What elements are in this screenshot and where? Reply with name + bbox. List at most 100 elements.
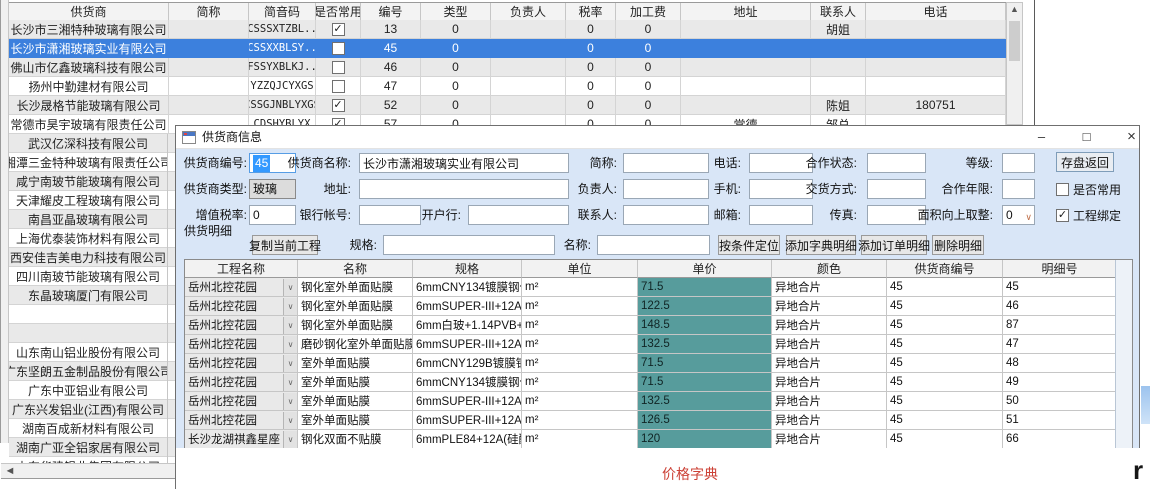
copy-current-project-button[interactable]: 复制当前工程: [252, 235, 318, 255]
supplier-list-row[interactable]: 南昌亚晶玻璃有限公司: [9, 210, 179, 229]
vertical-scrollbar[interactable]: ▲: [1006, 2, 1023, 125]
detail-column-header-spec[interactable]: 规格: [413, 260, 522, 278]
project-name-combobox[interactable]: 岳州北控花园∨: [185, 297, 298, 316]
supplier-list-row[interactable]: 西安佳吉美电力科技有限公司: [9, 248, 179, 267]
scroll-left-icon[interactable]: ◄: [3, 465, 17, 478]
column-header-contact[interactable]: 联系人: [811, 3, 866, 21]
save-return-button[interactable]: 存盘返回: [1056, 152, 1114, 172]
is-common-checkbox-row[interactable]: 是否常用: [1056, 179, 1121, 199]
maximize-button[interactable]: □: [1064, 126, 1109, 149]
phone-input[interactable]: [749, 153, 813, 173]
project-name-combobox[interactable]: 岳州北控花园∨: [185, 411, 298, 430]
supplier-name-input[interactable]: [359, 153, 569, 173]
minimize-button[interactable]: –: [1019, 126, 1064, 149]
vat-rate-input[interactable]: [249, 205, 296, 225]
locate-by-condition-button[interactable]: 按条件定位: [718, 235, 780, 255]
column-header-tax-rate[interactable]: 税率: [566, 3, 616, 21]
project-name-combobox[interactable]: 岳州北控花园∨: [185, 392, 298, 411]
address-input[interactable]: [359, 179, 569, 199]
scroll-up-icon[interactable]: ▲: [1007, 4, 1022, 14]
detail-row[interactable]: 岳州北控花园∨钢化室外单面贴膜6mmSUPER-III+12A(硅...m²12…: [185, 297, 1117, 316]
detail-column-header-project-name[interactable]: 工程名称: [185, 260, 298, 278]
project-name-combobox[interactable]: 岳州北控花园∨: [185, 354, 298, 373]
project-bind-checkbox[interactable]: ✓: [1056, 209, 1069, 222]
is-common-checkbox[interactable]: [1056, 183, 1069, 196]
bank-account-input[interactable]: [359, 205, 421, 225]
detail-column-header-supplier-no[interactable]: 供货商编号: [887, 260, 1003, 278]
table-row[interactable]: 扬州中勤建材有限公司YZZQJCYXGS47000: [9, 77, 1006, 96]
detail-column-header-name[interactable]: 名称: [298, 260, 413, 278]
is-common-checkbox[interactable]: [332, 42, 345, 55]
horizontal-scrollbar[interactable]: ◄: [1, 463, 179, 479]
project-name-combobox[interactable]: 长沙龙湖祺鑫星座∨: [185, 430, 298, 449]
column-header-address[interactable]: 地址: [681, 3, 811, 21]
short-name-input[interactable]: [623, 153, 709, 173]
delete-detail-button[interactable]: 删除明细: [932, 235, 984, 255]
table-row[interactable]: 佛山市亿鑫玻璃科技有限公司FSSYXBLKJ..46000: [9, 58, 1006, 77]
supplier-list-row[interactable]: 山东南山铝业股份有限公司: [9, 343, 179, 362]
detail-row[interactable]: 岳州北控花园∨室外单面贴膜6mmCNY134镀膜钢化m²71.5异地合片4549: [185, 373, 1117, 392]
detail-column-header-unit[interactable]: 单位: [522, 260, 638, 278]
supplier-list-row[interactable]: 湖南百成新材料有限公司: [9, 419, 179, 438]
column-header-pinyin-code[interactable]: 简音码: [249, 3, 316, 21]
supplier-list-row[interactable]: 东晶玻璃厦门有限公司: [9, 286, 179, 305]
table-row[interactable]: 长沙晟格节能玻璃有限公司CSSGJNBLYXGS✓52000陈姐180751: [9, 96, 1006, 115]
spec-filter-input[interactable]: [383, 235, 555, 255]
project-name-combobox[interactable]: 岳州北控花园∨: [185, 373, 298, 392]
detail-column-header-color[interactable]: 颜色: [772, 260, 887, 278]
column-header-type[interactable]: 类型: [421, 3, 491, 21]
is-common-checkbox[interactable]: [332, 80, 345, 93]
detail-row[interactable]: 岳州北控花园∨钢化室外单面贴膜6mmCNY134镀膜钢化m²71.5异地合片45…: [185, 278, 1117, 297]
detail-row[interactable]: 岳州北控花园∨钢化室外单面贴膜6mm白玻+1.14PVB+6mm...m²148…: [185, 316, 1117, 335]
supplier-list-row[interactable]: 广东中亚铝业有限公司: [9, 381, 179, 400]
table-row[interactable]: 长沙市三湘特种玻璃有限公司CSSSXTZBL..✓13000胡姐: [9, 20, 1006, 39]
bank-input[interactable]: [468, 205, 569, 225]
supplier-list-row[interactable]: 武汉亿深科技有限公司: [9, 134, 179, 153]
supplier-list-row[interactable]: 上海优泰装饰材料有限公司: [9, 229, 179, 248]
add-order-detail-button[interactable]: 添加订单明细: [861, 235, 927, 255]
area-round-select[interactable]: 0 ∨: [1002, 205, 1035, 225]
supplier-list-row[interactable]: 湘潭三金特种玻璃有限责任公司: [9, 153, 179, 172]
column-header-processing-fee[interactable]: 加工费: [616, 3, 681, 21]
detail-row[interactable]: 长沙龙湖祺鑫星座∨钢化双面不贴膜6mmPLE84+12A(硅酮胶...m²120…: [185, 430, 1117, 449]
supplier-list-row[interactable]: 天津耀皮工程玻璃有限公司: [9, 191, 179, 210]
dialog-titlebar[interactable]: 供货商信息 – □ ×: [176, 126, 1139, 149]
project-name-combobox[interactable]: 岳州北控花园∨: [185, 335, 298, 354]
detail-row[interactable]: 岳州北控花园∨室外单面贴膜6mmCNY129B镀膜钢化m²71.5异地合片454…: [185, 354, 1117, 373]
name-filter-input[interactable]: [597, 235, 710, 255]
coop-status-input[interactable]: [867, 153, 926, 173]
supplier-list-row[interactable]: 广东兴发铝业(江西)有限公司: [9, 400, 179, 419]
detail-row[interactable]: 岳州北控花园∨磨砂钢化室外单面贴膜6mmSUPER-III+12A(硅...m²…: [185, 335, 1117, 354]
email-input[interactable]: [749, 205, 813, 225]
is-common-checkbox[interactable]: ✓: [332, 99, 345, 112]
supplier-list-row[interactable]: 湖南广亚全铝家居有限公司: [9, 438, 179, 457]
supplier-list-row[interactable]: [9, 324, 179, 343]
supplier-list-row[interactable]: 四川南玻节能玻璃有限公司: [9, 267, 179, 286]
column-header-phone[interactable]: 电话: [866, 3, 1006, 21]
project-name-combobox[interactable]: 岳州北控花园∨: [185, 316, 298, 335]
column-header-manager[interactable]: 负责人: [491, 3, 566, 21]
grade-input[interactable]: [1002, 153, 1035, 173]
is-common-checkbox[interactable]: [332, 61, 345, 74]
project-bind-checkbox-row[interactable]: ✓ 工程绑定: [1056, 205, 1121, 225]
is-common-checkbox[interactable]: ✓: [332, 23, 345, 36]
delivery-method-input[interactable]: [867, 179, 926, 199]
manager-input[interactable]: [623, 179, 709, 199]
column-header-is-common[interactable]: 是否常用: [316, 3, 361, 21]
contact-input[interactable]: [623, 205, 709, 225]
supplier-list-row[interactable]: 咸宁南玻节能玻璃有限公司: [9, 172, 179, 191]
mobile-input[interactable]: [749, 179, 813, 199]
column-header-short-name[interactable]: 简称: [169, 3, 249, 21]
supplier-list-row[interactable]: [9, 305, 179, 324]
detail-row[interactable]: 岳州北控花园∨室外单面贴膜6mmSUPER-III+12A(硅...m²126.…: [185, 411, 1117, 430]
close-button[interactable]: ×: [1109, 126, 1150, 149]
detail-grid-scrollbar[interactable]: [1115, 260, 1132, 448]
add-dictionary-detail-button[interactable]: 添加字典明细: [786, 235, 856, 255]
detail-column-header-unit-price[interactable]: 单价: [638, 260, 772, 278]
project-name-combobox[interactable]: 岳州北控花园∨: [185, 278, 298, 297]
detail-column-header-detail-no[interactable]: 明细号: [1003, 260, 1117, 278]
column-header-number[interactable]: 编号: [361, 3, 421, 21]
supplier-list-row[interactable]: 广东坚朗五金制品股份有限公司: [9, 362, 179, 381]
table-row[interactable]: 长沙市潇湘玻璃实业有限公司CSSXXBLSY..45000: [9, 39, 1006, 58]
coop-years-input[interactable]: [1002, 179, 1035, 199]
